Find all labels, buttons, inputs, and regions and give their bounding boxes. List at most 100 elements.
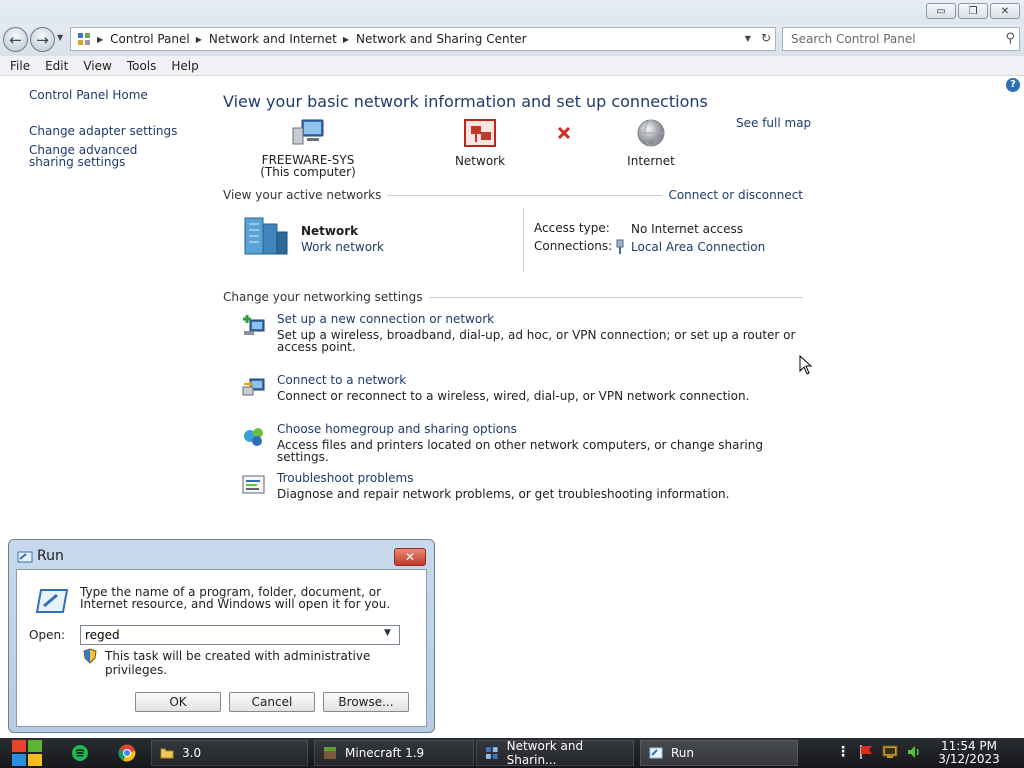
active-network-type-link[interactable]: Work network <box>301 240 384 254</box>
run-title-icon <box>17 551 33 563</box>
task-homegroup: Choose homegroup and sharing options Acc… <box>241 422 821 463</box>
networking-settings-title: Change your networking settings <box>223 290 429 304</box>
maximize-button[interactable]: ❐ <box>958 3 988 19</box>
connect-or-disconnect-link[interactable]: Connect or disconnect <box>662 188 803 202</box>
control-panel-icon <box>78 33 90 45</box>
see-full-map-link[interactable]: See full map <box>736 116 811 130</box>
map-computer-node[interactable]: FREEWARE-SYS (This computer) <box>250 118 366 178</box>
forward-button[interactable]: → <box>30 27 55 52</box>
active-network-name: Network <box>301 224 359 238</box>
menu-file[interactable]: File <box>10 56 30 75</box>
globe-icon <box>637 119 665 147</box>
window-controls: ▭ ❐ ✕ <box>926 3 1020 19</box>
open-dropdown-icon[interactable]: ▼ <box>384 628 391 638</box>
change-adapter-settings-link[interactable]: Change adapter settings <box>29 124 199 138</box>
taskbar-folder-3-0[interactable]: 3.0 <box>151 740 308 766</box>
overflow-menu-icon[interactable]: ⋮ <box>836 744 850 760</box>
breadcrumb-arrow-icon[interactable]: ▶ <box>343 35 349 44</box>
cancel-button[interactable]: Cancel <box>229 692 315 712</box>
folder-icon <box>160 748 174 759</box>
system-tray: ⋮ <box>836 744 922 760</box>
access-type-value: No Internet access <box>631 222 744 236</box>
homegroup-sharing-link[interactable]: Choose homegroup and sharing options <box>277 422 517 436</box>
connect-to-network-link[interactable]: Connect to a network <box>277 373 406 387</box>
breadcrumb-arrow-icon[interactable]: ▶ <box>97 35 103 44</box>
action-center-flag-icon[interactable] <box>858 744 874 760</box>
start-button[interactable] <box>10 738 44 768</box>
map-computer-sub: (This computer) <box>260 165 356 179</box>
open-input[interactable] <box>80 625 400 645</box>
taskbar-minecraft-label: Minecraft 1.9 <box>345 746 425 760</box>
run-close-button[interactable]: ✕ <box>394 548 426 566</box>
recent-pages-dropdown-icon[interactable]: ▼ <box>57 33 63 42</box>
breadcrumb-network-and-internet[interactable]: Network and Internet <box>209 32 337 46</box>
navigation-bar: ← → ▼ ▶ Control Panel ▶ Network and Inte… <box>0 24 1024 56</box>
clock-date: 3/12/2023 <box>938 752 1000 766</box>
map-network-label: Network <box>454 154 506 168</box>
run-icon <box>35 589 69 613</box>
clock[interactable]: 11:54 PM 3/12/2023 <box>934 740 1004 766</box>
minimize-button[interactable]: ▭ <box>926 3 956 19</box>
taskbar-network-sharing[interactable]: Network and Sharin... <box>476 739 634 767</box>
network-tray-icon[interactable] <box>882 744 898 760</box>
run-dialog-body: Type the name of a program, folder, docu… <box>16 569 427 727</box>
breadcrumb-control-panel[interactable]: Control Panel <box>110 32 190 46</box>
admin-shield-icon <box>83 648 97 664</box>
taskbar: 3.0 Minecraft 1.9 Network and Sharin... … <box>0 738 1024 768</box>
set-up-new-connection-link[interactable]: Set up a new connection or network <box>277 312 494 326</box>
back-button[interactable]: ← <box>3 27 28 52</box>
taskbar-minecraft[interactable]: Minecraft 1.9 <box>314 740 474 766</box>
search-input[interactable]: Search Control Panel ⚲ <box>782 27 1020 51</box>
search-icon[interactable]: ⚲ <box>1005 31 1015 46</box>
connections-label: Connections: <box>534 239 613 253</box>
minecraft-icon <box>324 747 336 759</box>
connect-to-network-description: Connect or reconnect to a wireless, wire… <box>277 389 750 403</box>
address-dropdown-icon[interactable]: ▼ <box>745 34 751 43</box>
map-internet-node[interactable]: Internet <box>615 118 687 168</box>
computer-icon <box>292 119 324 145</box>
change-advanced-sharing-settings-link[interactable]: Change advanced sharing settings <box>29 144 179 168</box>
homegroup-icon <box>244 428 263 446</box>
troubleshoot-problems-description: Diagnose and repair network problems, or… <box>277 487 730 501</box>
taskbar-run-label: Run <box>671 746 695 760</box>
taskbar-run[interactable]: Run <box>640 740 798 766</box>
refresh-icon[interactable]: ↻ <box>761 31 771 45</box>
chrome-icon[interactable] <box>118 744 136 762</box>
close-button[interactable]: ✕ <box>990 3 1020 19</box>
access-type-label: Access type: <box>534 221 610 235</box>
breadcrumb-arrow-icon[interactable]: ▶ <box>196 35 202 44</box>
troubleshoot-icon <box>242 475 265 494</box>
network-icon <box>464 119 496 147</box>
divider <box>523 208 524 272</box>
breadcrumb-network-and-sharing-center[interactable]: Network and Sharing Center <box>356 32 527 46</box>
spotify-icon[interactable] <box>72 745 88 761</box>
menu-view[interactable]: View <box>83 56 111 75</box>
run-dialog: Run ✕ Type the name of a program, folder… <box>8 539 435 733</box>
menu-edit[interactable]: Edit <box>45 56 68 75</box>
map-internet-label: Internet <box>627 154 675 168</box>
taskbar-network-sharing-label: Network and Sharin... <box>506 739 584 767</box>
page-title: View your basic network information and … <box>223 92 708 111</box>
help-icon[interactable]: ? <box>1006 78 1020 92</box>
menu-help[interactable]: Help <box>171 56 198 75</box>
menu-tools[interactable]: Tools <box>127 56 157 75</box>
active-networks-title: View your active networks <box>223 188 388 202</box>
browse-button[interactable]: Browse... <box>323 692 409 712</box>
network-sharing-icon <box>485 747 498 759</box>
ethernet-icon <box>616 239 624 254</box>
volume-icon[interactable] <box>906 744 922 760</box>
ok-button[interactable]: OK <box>135 692 221 712</box>
task-connect-network: Connect to a network Connect or reconnec… <box>241 373 821 407</box>
local-area-connection-link[interactable]: Local Area Connection <box>631 240 765 254</box>
search-placeholder: Search Control Panel <box>791 32 916 46</box>
control-panel-home-link[interactable]: Control Panel Home <box>29 88 199 102</box>
address-bar[interactable]: ▶ Control Panel ▶ Network and Internet ▶… <box>70 27 776 51</box>
map-network-node[interactable]: Network <box>440 118 520 168</box>
run-taskbar-icon <box>649 747 663 759</box>
run-message: Type the name of a program, folder, docu… <box>80 585 391 611</box>
left-navigation: Control Panel Home Change adapter settin… <box>29 88 199 168</box>
troubleshoot-problems-link[interactable]: Troubleshoot problems <box>277 471 413 485</box>
window-titlebar: ▭ ❐ ✕ <box>0 0 1024 24</box>
no-connection-x-icon <box>557 126 571 140</box>
taskbar-folder-label: 3.0 <box>182 746 202 760</box>
